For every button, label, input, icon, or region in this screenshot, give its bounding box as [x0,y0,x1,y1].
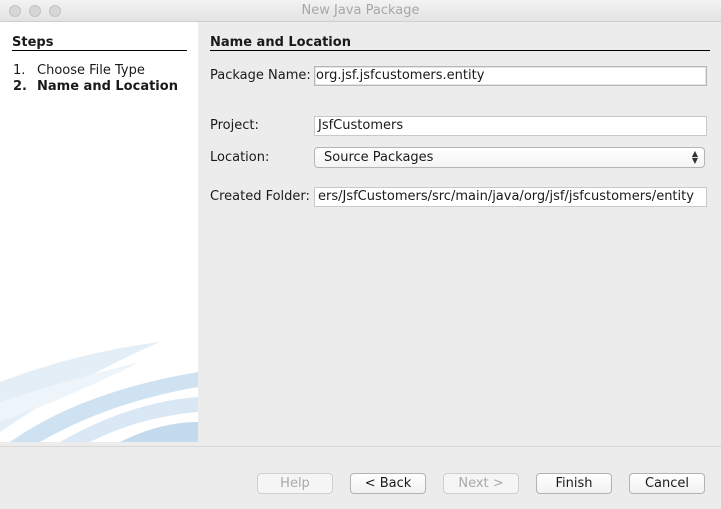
title-bar: New Java Package [0,0,721,22]
location-label: Location: [210,150,270,165]
step-label: Choose File Type [37,63,145,78]
section-divider [210,50,710,51]
step-number: 1. [13,63,26,78]
up-down-arrows-icon: ▲ ▼ [691,149,698,165]
wizard-swoosh-graphic [0,342,198,442]
finish-button[interactable]: Finish [536,473,612,494]
step-label: Name and Location [37,79,178,94]
section-heading: Name and Location [210,35,351,50]
location-selected-value: Source Packages [324,150,434,165]
project-label: Project: [210,118,259,133]
cancel-button[interactable]: Cancel [629,473,705,494]
project-field: JsfCustomers [314,116,707,136]
help-button[interactable]: Help [257,473,333,494]
steps-panel: Steps 1. Choose File Type 2. Name and Loca… [0,22,198,442]
package-name-label: Package Name: [210,68,311,83]
location-select[interactable]: Source Packages ▲ ▼ [314,147,705,168]
next-button[interactable]: Next > [443,473,519,494]
back-button[interactable]: < Back [350,473,426,494]
package-name-field[interactable]: org.jsf.jsfcustomers.entity [314,66,707,86]
steps-divider [12,50,187,51]
button-bar-divider [0,446,721,447]
step-number: 2. [13,79,27,94]
step-choose-file-type: 1. Choose File Type [13,63,145,78]
steps-heading: Steps [12,35,54,50]
created-folder-label: Created Folder: [210,189,310,204]
created-folder-field: ers/JsfCustomers/src/main/java/org/jsf/j… [314,187,707,207]
step-name-and-location: 2. Name and Location [13,79,178,94]
window-title: New Java Package [301,3,420,18]
